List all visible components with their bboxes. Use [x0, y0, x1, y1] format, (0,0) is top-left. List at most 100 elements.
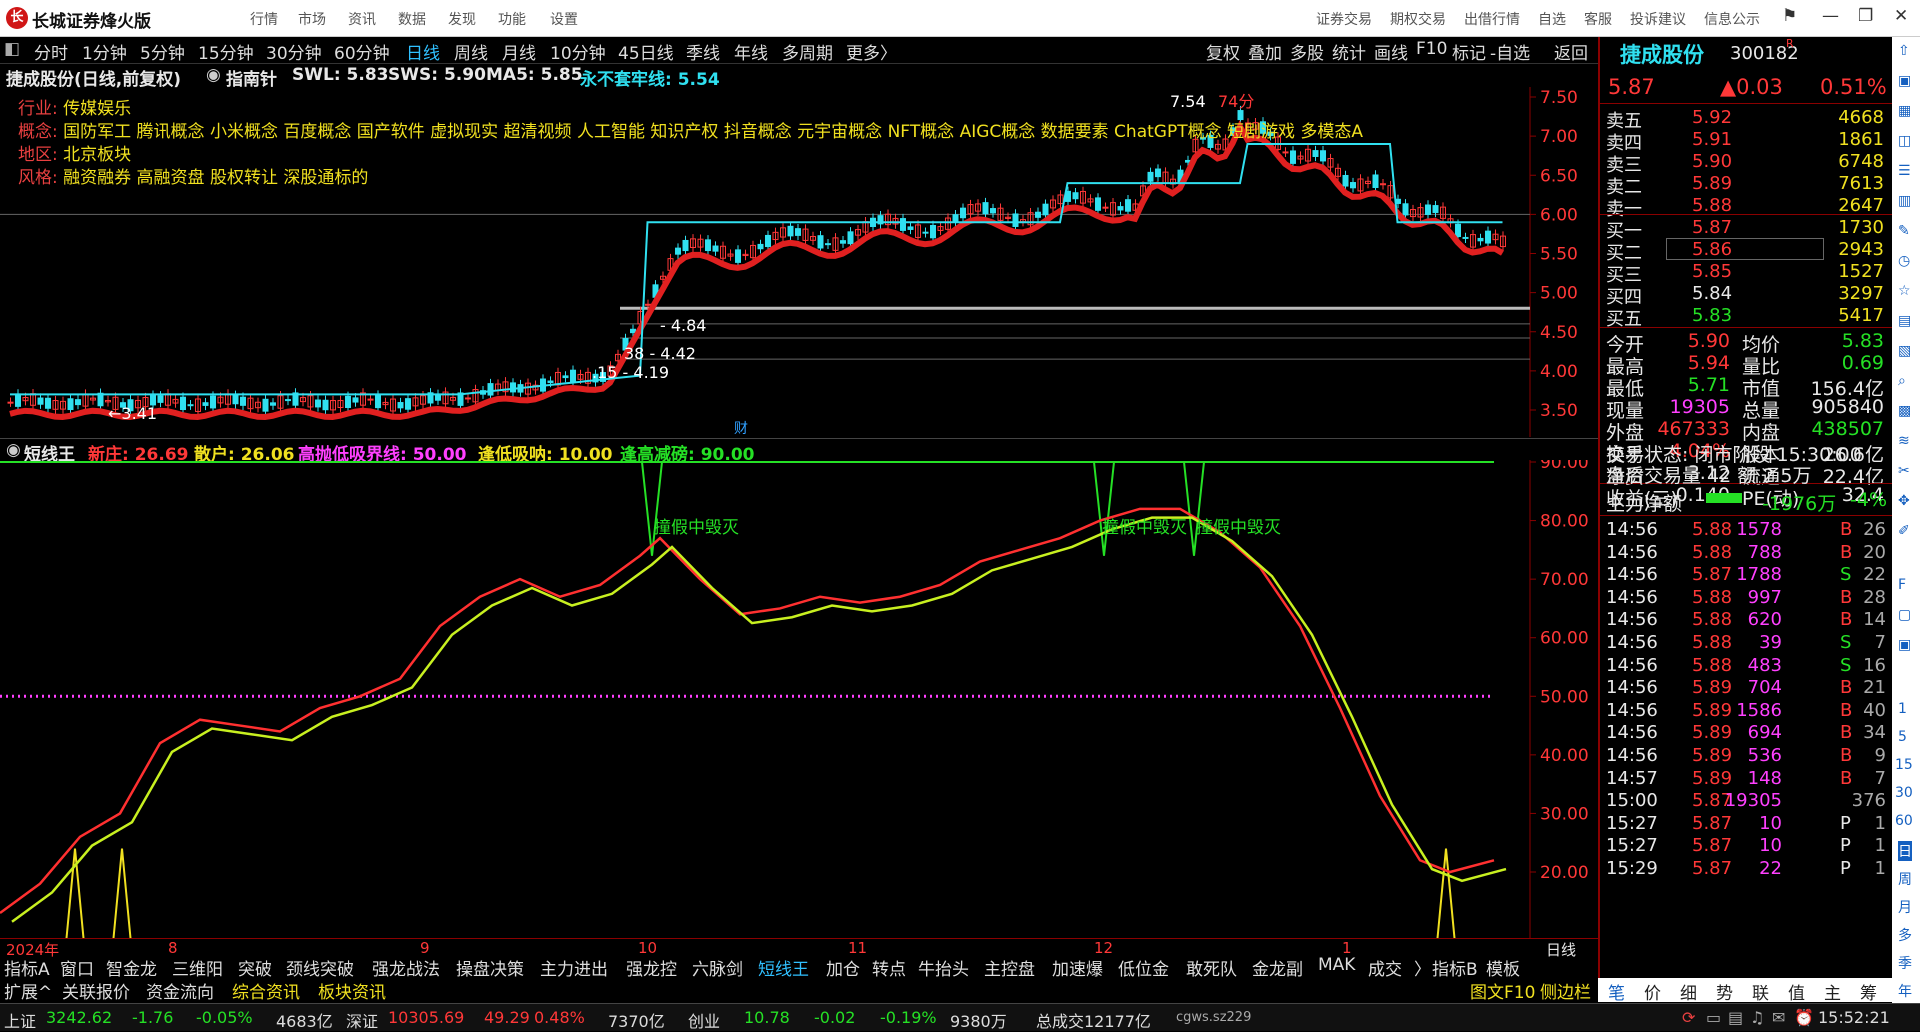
layout-icon[interactable]: ▤	[1728, 1008, 1743, 1027]
ind-tab-9[interactable]: 强龙控	[626, 955, 677, 980]
tab-year[interactable]: 年线	[734, 39, 768, 64]
tab-monthly[interactable]: 月线	[502, 39, 536, 64]
side-tab-30[interactable]: 30	[1895, 785, 1913, 801]
tab-30min[interactable]: 30分钟	[266, 39, 322, 64]
btn-f10[interactable]: F10	[1416, 39, 1447, 59]
msg-icon[interactable]: ✉	[1772, 1008, 1785, 1027]
ind-tab-4[interactable]: 突破	[238, 955, 272, 980]
alarm-icon[interactable]: ⏰	[1794, 1008, 1814, 1027]
dtab-0[interactable]: 笔	[1608, 979, 1625, 1004]
btn-multi-stock[interactable]: 多股	[1290, 39, 1324, 64]
ind-tab-8[interactable]: 主力进出	[540, 955, 608, 980]
btab-fundflow[interactable]: 资金流向	[146, 978, 214, 1003]
ind-tab-20[interactable]: MAK	[1318, 955, 1355, 975]
menu-gongneng[interactable]: 功能	[498, 9, 526, 29]
menu-service[interactable]: 客服	[1584, 9, 1612, 29]
btab-side[interactable]: 侧边栏	[1540, 978, 1591, 1003]
restore-icon[interactable]: ❐	[1858, 6, 1873, 26]
btn-draw[interactable]: 画线	[1374, 39, 1408, 64]
btab-expand[interactable]: 扩展^	[4, 978, 52, 1003]
menu-disclosure[interactable]: 信息公示	[1704, 9, 1760, 29]
sidebar-search-icon[interactable]: ⌕	[1898, 373, 1906, 389]
tab-daily[interactable]: 日线	[406, 39, 440, 64]
sidebar-pen-icon[interactable]: ✐	[1898, 523, 1910, 539]
sidebar-note-icon[interactable]: ✎	[1898, 223, 1910, 239]
sidebar-move-icon[interactable]: ✥	[1898, 493, 1910, 509]
ind-tab-16[interactable]: 加速爆	[1052, 955, 1103, 980]
sidebar-box2-icon[interactable]: ▣	[1898, 637, 1911, 653]
ind-tab-24[interactable]: 模板	[1486, 955, 1520, 980]
sidebar-f-icon[interactable]: F	[1898, 577, 1906, 593]
shirt-icon[interactable]: ⚑	[1782, 6, 1797, 26]
sidebar-tool-icon[interactable]: ✂	[1898, 463, 1910, 479]
sidebar-chart-icon[interactable]: ◫	[1898, 133, 1911, 149]
side-tab-15[interactable]: 15	[1895, 757, 1913, 773]
tab-15min[interactable]: 15分钟	[198, 39, 254, 64]
menu-zixun[interactable]: 资讯	[348, 9, 376, 29]
menu-watchlist[interactable]: 自选	[1538, 9, 1566, 29]
ind-tab-0[interactable]: 指标A	[4, 955, 50, 980]
btn-stats[interactable]: 统计	[1332, 39, 1366, 64]
oscillator-chart[interactable]: 90.00 80.00 70.00 60.00 50.00 40.00 30.00 20.00…	[0, 460, 1598, 938]
sidebar-doc-icon[interactable]: ▤	[1898, 313, 1911, 329]
sh-name[interactable]: 上证	[4, 1008, 36, 1032]
menu-shichang[interactable]: 市场	[298, 9, 326, 29]
btn-mark[interactable]: 标记	[1452, 39, 1486, 64]
side-tab-week[interactable]: 周	[1898, 869, 1912, 889]
dtab-4[interactable]: 联	[1752, 979, 1769, 1004]
tab-60min[interactable]: 60分钟	[334, 39, 390, 64]
btn-fuquan[interactable]: 复权	[1206, 39, 1240, 64]
tab-weekly[interactable]: 周线	[454, 39, 488, 64]
sub-toggle-icon[interactable]: ◉	[6, 440, 21, 460]
dtab-5[interactable]: 值	[1788, 979, 1805, 1004]
minimize-icon[interactable]: —	[1822, 6, 1839, 26]
ind-tab-13[interactable]: 转点	[872, 955, 906, 980]
cy-name[interactable]: 创业	[688, 1008, 720, 1032]
menu-faxian[interactable]: 发现	[448, 9, 476, 29]
ind-tab-23[interactable]: 指标B	[1432, 955, 1478, 980]
sidebar-star-icon[interactable]: ☆	[1898, 283, 1911, 299]
side-tab-year[interactable]: 年	[1898, 981, 1912, 1001]
ind-tab-19[interactable]: 金龙副	[1252, 955, 1303, 980]
btab-news[interactable]: 综合资讯	[232, 978, 300, 1003]
refresh-icon[interactable]: ⟳	[1682, 1008, 1695, 1027]
tab-5min[interactable]: 5分钟	[140, 39, 185, 64]
sidebar-bar-icon[interactable]: ▥	[1898, 193, 1911, 209]
dtab-3[interactable]: 势	[1716, 979, 1733, 1004]
menu-shezhi[interactable]: 设置	[550, 9, 578, 29]
sz-name[interactable]: 深证	[346, 1008, 378, 1032]
ind-tab-10[interactable]: 六脉剑	[692, 955, 743, 980]
menu-option[interactable]: 期权交易	[1390, 9, 1446, 29]
btab-related[interactable]: 关联报价	[62, 978, 130, 1003]
side-tab-day[interactable]: 日	[1898, 841, 1912, 861]
btab-sector[interactable]: 板块资讯	[318, 978, 386, 1003]
ind-tab-7[interactable]: 操盘决策	[456, 955, 524, 980]
menu-hangqing[interactable]: 行情	[250, 9, 278, 29]
tab-fenshi[interactable]: 分时	[34, 39, 68, 64]
close-icon[interactable]: ✕	[1894, 6, 1908, 26]
ind-tab-11[interactable]: 短线王	[758, 955, 809, 980]
menu-shuju[interactable]: 数据	[398, 9, 426, 29]
ind-tab-18[interactable]: 敢死队	[1186, 955, 1237, 980]
dtab-7[interactable]: 筹	[1860, 979, 1877, 1004]
ind-tab-more[interactable]: 〉	[1414, 955, 1431, 980]
side-tab-1[interactable]: 1	[1898, 701, 1907, 717]
ind-tab-17[interactable]: 低位金	[1118, 955, 1169, 980]
side-tab-60[interactable]: 60	[1895, 813, 1913, 829]
dtab-2[interactable]: 细	[1680, 979, 1697, 1004]
tab-multi-period[interactable]: 多周期	[782, 39, 833, 64]
tab-1min[interactable]: 1分钟	[82, 39, 127, 64]
sidebar-calc-icon[interactable]: ▧	[1898, 343, 1911, 359]
menu-trade[interactable]: 证券交易	[1316, 9, 1372, 29]
sidebar-grid-icon[interactable]: ▦	[1898, 103, 1911, 119]
menu-lend[interactable]: 出借行情	[1464, 9, 1520, 29]
ind-tab-1[interactable]: 窗口	[60, 955, 94, 980]
menu-complaint[interactable]: 投诉建议	[1630, 9, 1686, 29]
tab-more[interactable]: 更多〉	[846, 39, 897, 64]
ind-tab-21[interactable]: 成交	[1368, 955, 1402, 980]
ind-tab-12[interactable]: 加仓	[826, 955, 860, 980]
ind-tab-15[interactable]: 主控盘	[984, 955, 1035, 980]
bell-icon[interactable]: ♫	[1750, 1008, 1764, 1027]
sidebar-page-icon[interactable]: ▣	[1898, 73, 1911, 89]
side-tab-multi[interactable]: 多	[1898, 925, 1912, 945]
